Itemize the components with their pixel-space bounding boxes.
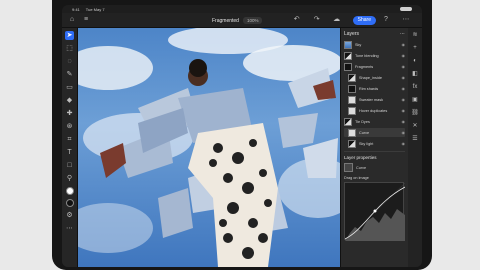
- zoom-level[interactable]: 100%: [242, 17, 263, 24]
- settings-tool-icon[interactable]: ⚙: [65, 211, 74, 220]
- group-icon[interactable]: ▣: [411, 96, 419, 104]
- layer-name: Sweater mask: [359, 97, 384, 102]
- visibility-icon[interactable]: ◉: [402, 42, 406, 47]
- layer-thumbnail: [348, 73, 356, 82]
- layer-name: Fragments: [355, 64, 374, 69]
- visibility-icon[interactable]: ◉: [402, 53, 406, 58]
- move-tool-icon[interactable]: ➤: [65, 31, 74, 40]
- type-tool-icon[interactable]: T: [65, 148, 74, 157]
- layer-properties-row[interactable]: Curve: [344, 163, 405, 172]
- layer-name: Sky light: [359, 141, 374, 146]
- undo-icon[interactable]: ↶: [293, 16, 301, 24]
- layer-row[interactable]: Curve ◉: [344, 128, 405, 137]
- layer-thumbnail: [348, 128, 356, 137]
- tool-rail: ➤ ⬚ ◌ ✎ ▭ ◆ ✚ ⊛ ⌗ T □ ⚲ ⚙ ⋯: [62, 28, 78, 267]
- home-icon[interactable]: ⌂: [68, 16, 76, 24]
- curves-graph[interactable]: [344, 182, 406, 242]
- layer-properties-name: Curve: [356, 165, 367, 170]
- visibility-icon[interactable]: ◉: [402, 97, 406, 102]
- canvas-artwork: [78, 28, 340, 267]
- visibility-icon[interactable]: ◉: [402, 141, 406, 146]
- layer-row[interactable]: Tone blending ◉: [344, 51, 405, 60]
- layer-properties-thumb: [344, 163, 353, 172]
- menu-icon[interactable]: ≡: [82, 16, 90, 24]
- layer-name: Rim shards: [359, 86, 379, 91]
- layer-row[interactable]: Tie Dyes ◉: [344, 117, 405, 126]
- panel-options-icon[interactable]: ⋯: [400, 31, 405, 37]
- select-tool-icon[interactable]: ⬚: [65, 44, 74, 53]
- layer-properties-title: Layer properties: [344, 155, 377, 160]
- effects-icon[interactable]: fx: [411, 83, 419, 91]
- redo-icon[interactable]: ↷: [313, 16, 321, 24]
- visibility-icon[interactable]: ◉: [402, 108, 406, 113]
- visibility-icon[interactable]: ◉: [402, 130, 406, 135]
- visibility-icon[interactable]: ◉: [402, 64, 406, 69]
- help-icon[interactable]: ?: [382, 16, 390, 24]
- visibility-icon[interactable]: ◉: [402, 86, 406, 91]
- layer-row[interactable]: Fragments ◉: [344, 62, 405, 71]
- status-date: Tue May 7: [85, 6, 105, 12]
- layer-thumbnail: [348, 106, 356, 115]
- status-time: 9:41: [72, 6, 80, 12]
- cloud-icon[interactable]: ☁: [333, 16, 341, 24]
- document-canvas[interactable]: [78, 28, 340, 267]
- layer-row[interactable]: Rim shards ◉: [344, 84, 405, 93]
- top-toolbar: ⌂ ≡ Fragmented 100% ↶ ↷ ☁ Share ? ⋯: [62, 13, 422, 28]
- document-name[interactable]: Fragmented: [212, 18, 239, 24]
- more-tools-icon[interactable]: ⋯: [65, 224, 74, 233]
- layer-row[interactable]: Sweater mask ◉: [344, 95, 405, 104]
- layers-icon[interactable]: ≋: [411, 31, 419, 39]
- layer-name: Hover duplicates: [359, 108, 388, 113]
- layer-thumbnail: [344, 40, 352, 49]
- mask-icon[interactable]: ◧: [411, 70, 419, 78]
- layer-thumbnail: [348, 139, 356, 148]
- layer-row[interactable]: Sky ◉: [344, 40, 405, 49]
- document-title-group: Fragmented 100%: [212, 16, 263, 25]
- background-color-swatch[interactable]: [65, 199, 74, 207]
- layer-name: Curve: [359, 130, 370, 135]
- battery-icon: [400, 7, 412, 11]
- layer-thumbnail: [348, 84, 356, 93]
- curves-drag-label: Drag on image: [344, 176, 369, 180]
- status-bar: 9:41 Tue May 7: [62, 5, 422, 13]
- clone-tool-icon[interactable]: ⊛: [65, 122, 74, 131]
- heal-tool-icon[interactable]: ✚: [65, 109, 74, 118]
- fill-tool-icon[interactable]: ◆: [65, 96, 74, 105]
- crop-tool-icon[interactable]: ⌗: [65, 135, 74, 144]
- panel-rail: ≋ + ◐ ◧ fx ▣ ⛓ ✕ ☰: [408, 28, 422, 267]
- layer-name: Tie Dyes: [355, 119, 370, 124]
- shape-tool-icon[interactable]: □: [65, 161, 74, 170]
- foreground-color-swatch[interactable]: [65, 187, 74, 195]
- adjustment-icon[interactable]: ◐: [411, 57, 419, 65]
- app-screen: 9:41 Tue May 7 ⌂ ≡ Fragmented 100% ↶ ↷ ☁…: [62, 5, 422, 267]
- eraser-tool-icon[interactable]: ▭: [65, 83, 74, 92]
- layer-name: Tone blending: [355, 53, 379, 58]
- layer-list: Sky ◉ Tone blending ◉ Fragments ◉ Shape_inside…: [344, 40, 405, 148]
- panel-divider: [344, 151, 405, 152]
- lasso-tool-icon[interactable]: ◌: [65, 57, 74, 66]
- properties-icon[interactable]: ☰: [411, 135, 419, 143]
- layer-row[interactable]: Sky light ◉: [344, 139, 405, 148]
- delete-layer-icon[interactable]: ✕: [411, 122, 419, 130]
- layer-name: Sky: [355, 42, 362, 47]
- link-icon[interactable]: ⛓: [411, 109, 419, 117]
- layer-thumbnail: [344, 62, 352, 71]
- brush-tool-icon[interactable]: ✎: [65, 70, 74, 79]
- curves-histogram: [344, 182, 406, 242]
- visibility-icon[interactable]: ◉: [402, 75, 406, 80]
- layer-row[interactable]: Shape_inside ◉: [344, 73, 405, 82]
- layer-row[interactable]: Hover duplicates ◉: [344, 106, 405, 115]
- layers-panel: Layers ⋯ Sky ◉ Tone blending ◉ Fragments ◉ Sha…: [340, 28, 408, 267]
- visibility-icon[interactable]: ◉: [402, 119, 406, 124]
- share-button[interactable]: Share: [352, 15, 376, 25]
- layer-thumbnail: [348, 95, 356, 104]
- more-icon[interactable]: ⋯: [402, 16, 410, 24]
- add-layer-icon[interactable]: +: [411, 44, 419, 52]
- layer-thumbnail: [344, 51, 352, 60]
- layer-thumbnail: [344, 117, 352, 126]
- layer-name: Shape_inside: [359, 75, 383, 80]
- eyedropper-tool-icon[interactable]: ⚲: [65, 174, 74, 183]
- layers-panel-title: Layers: [344, 31, 360, 37]
